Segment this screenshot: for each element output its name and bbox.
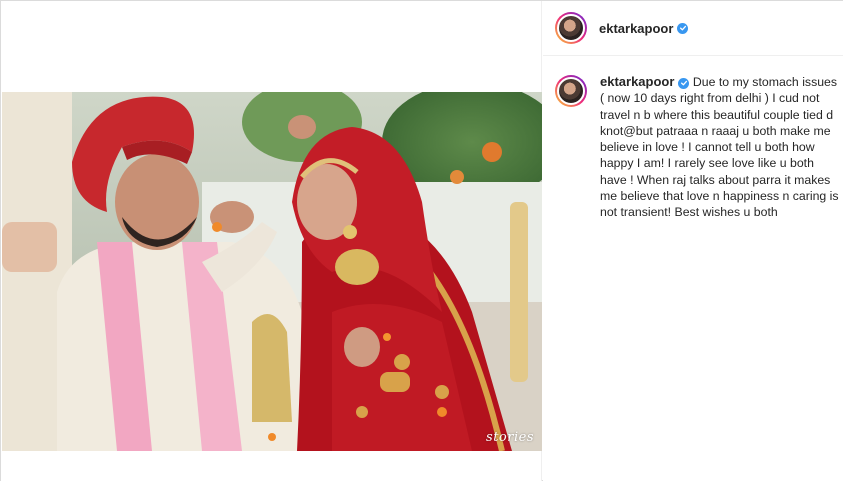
caption-username[interactable]: ektarkapoor <box>600 74 674 89</box>
photo-watermark: stories <box>486 430 534 445</box>
caption-avatar[interactable] <box>555 75 587 107</box>
verified-badge-icon <box>678 77 690 89</box>
post-header: ektarkapoor <box>543 1 843 56</box>
caption-body: ektarkapoor Due to my stomach issues ( n… <box>600 74 840 221</box>
wedding-photo-illustration <box>2 92 542 451</box>
author-username[interactable]: ektarkapoor <box>599 21 673 36</box>
instagram-post-frame: stories ektarkapoor ektarkapoor Due to m… <box>0 0 843 481</box>
author-avatar-image <box>557 14 585 42</box>
author-avatar[interactable] <box>555 12 587 44</box>
post-side-panel: ektarkapoor ektarkapoor Due to my stomac… <box>543 1 843 481</box>
caption-text: Due to my stomach issues ( now 10 days r… <box>600 75 839 220</box>
caption-comment: ektarkapoor Due to my stomach issues ( n… <box>555 74 840 221</box>
verified-badge-icon <box>677 22 689 34</box>
caption-avatar-image <box>557 77 585 105</box>
post-photo[interactable]: stories <box>2 92 542 451</box>
post-media-column: stories <box>1 1 542 481</box>
